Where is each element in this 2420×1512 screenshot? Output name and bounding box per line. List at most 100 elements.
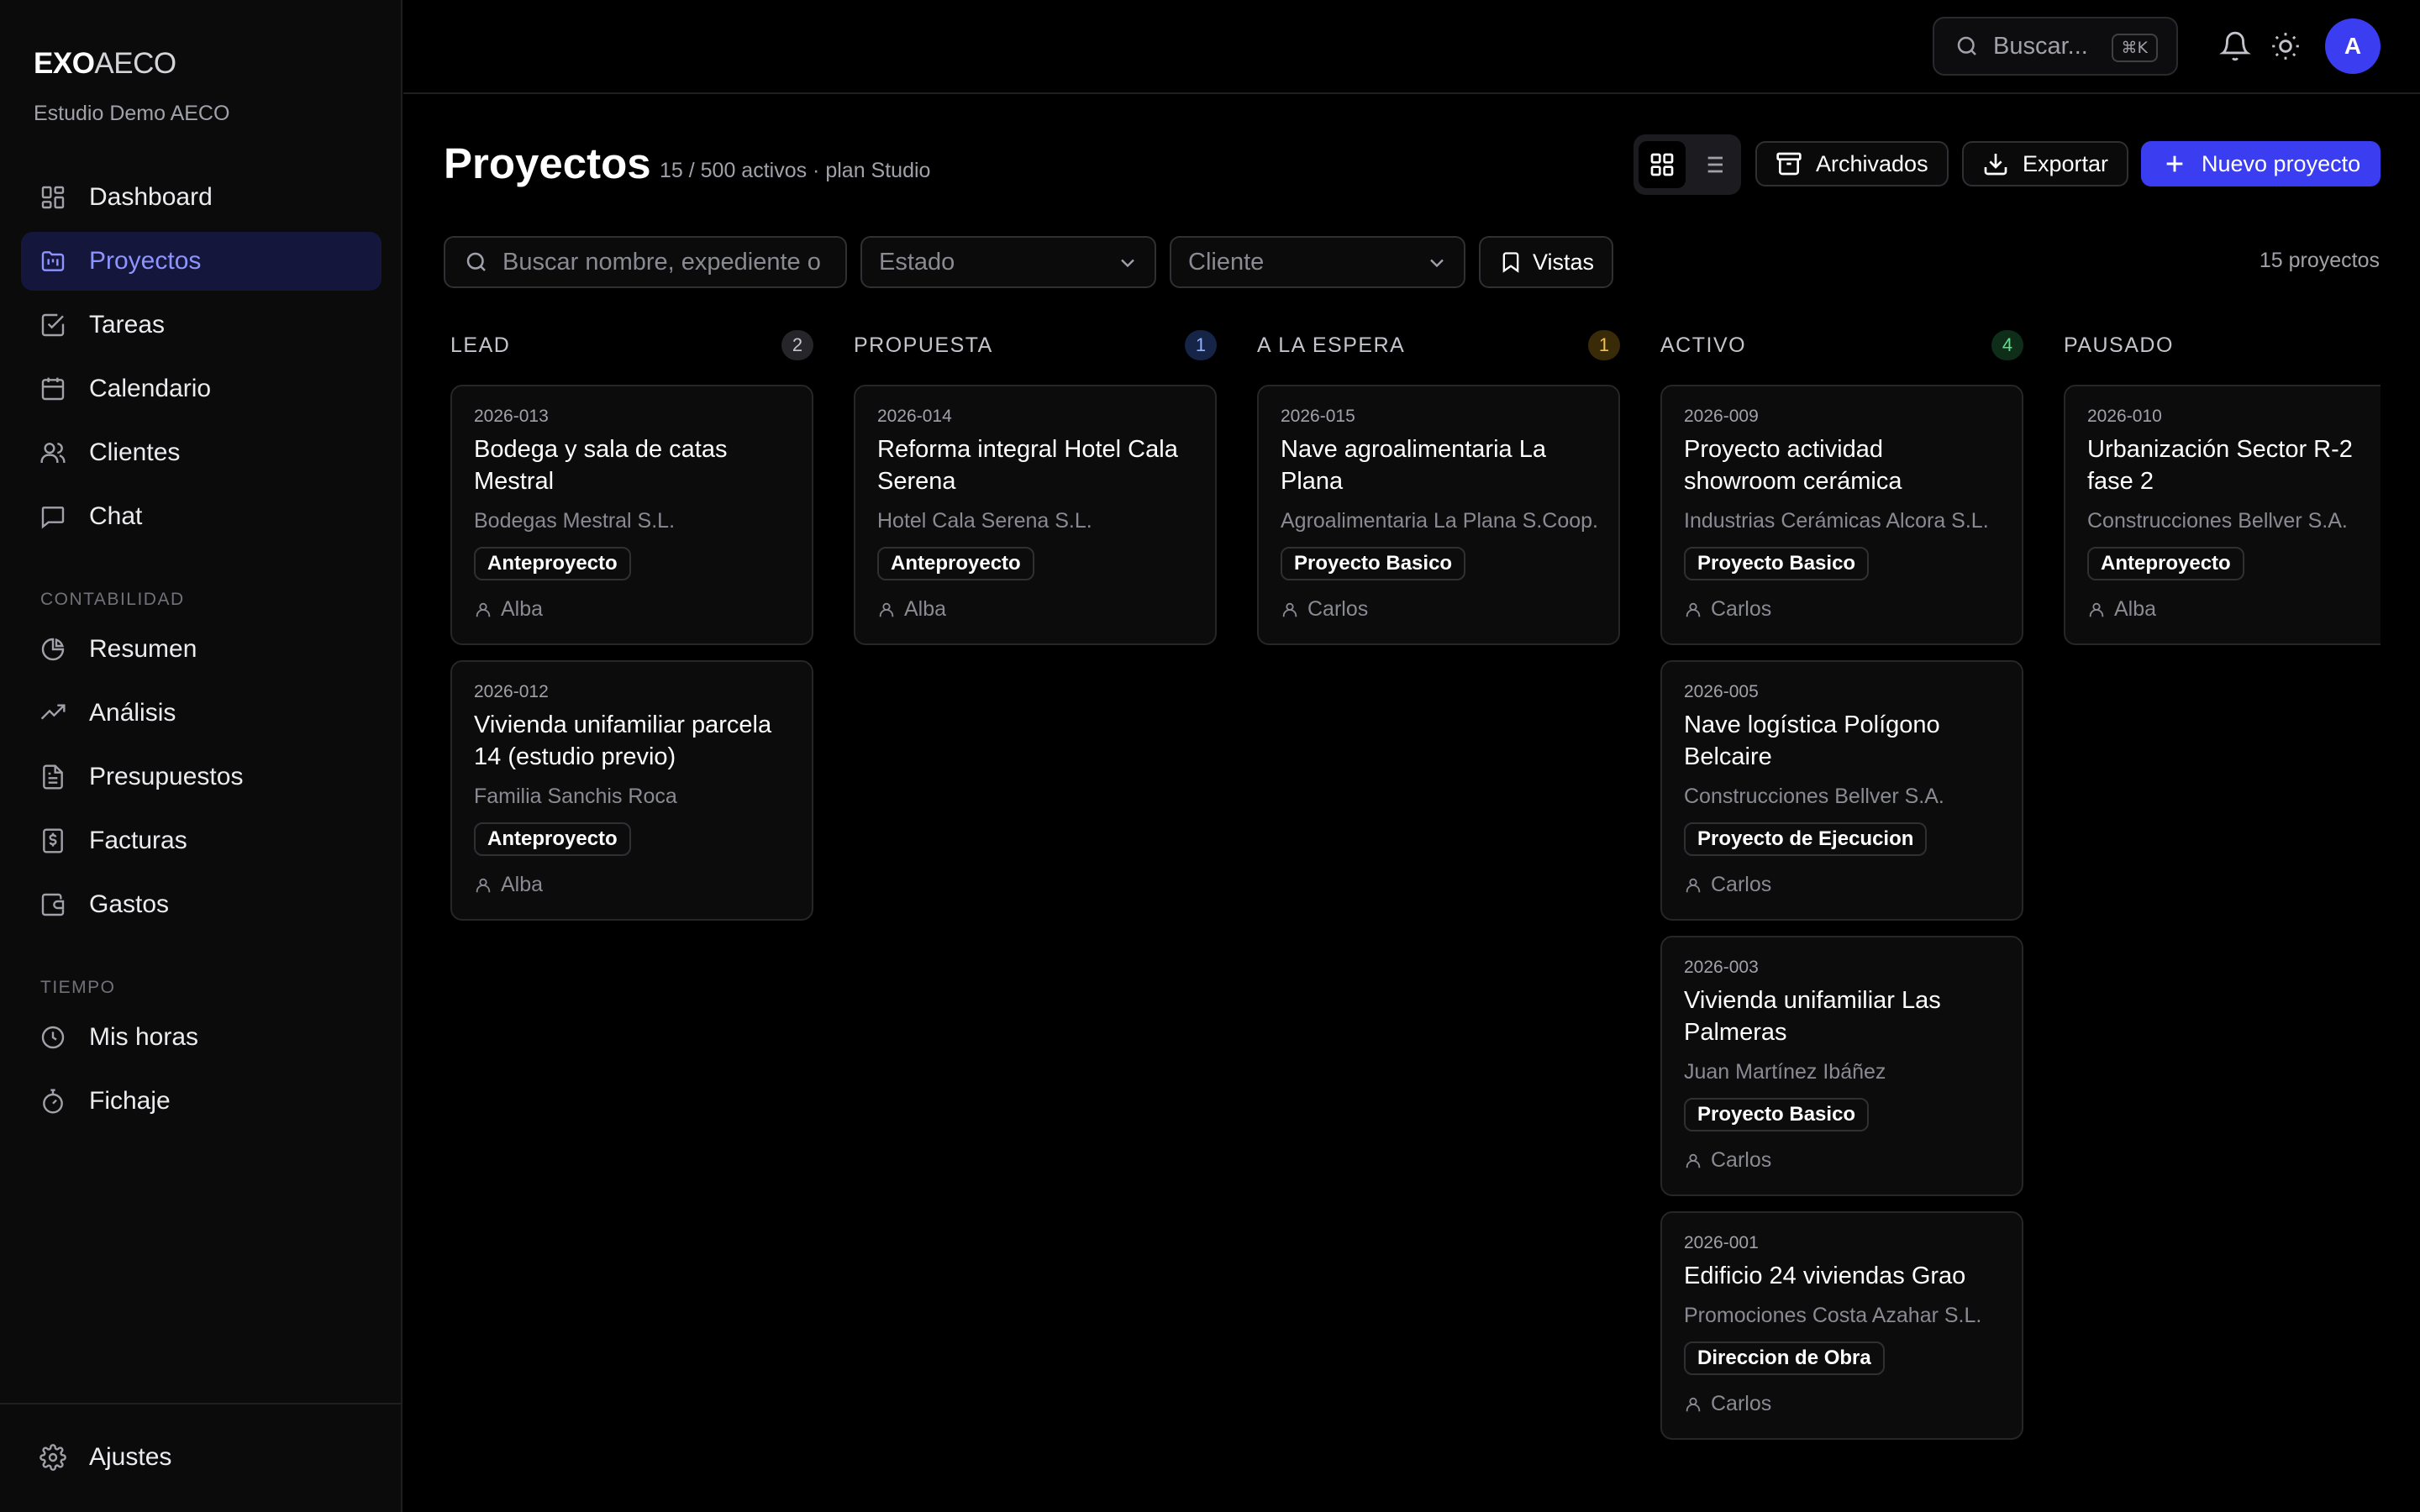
project-phase-badge: Anteproyecto xyxy=(474,547,631,580)
sidebar-item-chat[interactable]: Chat xyxy=(21,487,381,546)
project-code: 2026-013 xyxy=(474,407,549,426)
section-label-tiempo: TIEMPO xyxy=(40,978,116,997)
sidebar-item-analisis[interactable]: Análisis xyxy=(21,684,381,743)
chat-icon xyxy=(41,507,65,529)
sidebar-item-clientes[interactable]: Clientes xyxy=(21,423,381,482)
vistas-button[interactable]: Vistas xyxy=(1479,236,1613,288)
project-search-placeholder: Buscar nombre, expediente o xyxy=(502,248,821,276)
estado-select[interactable]: Estado xyxy=(860,236,1156,288)
chevron-down-icon xyxy=(1430,259,1444,268)
column-count-badge: 4 xyxy=(1991,330,2023,360)
project-title: Urbanización Sector R-2 fase 2 xyxy=(2087,436,2353,495)
project-card[interactable]: 2026-012 Vivienda unifamiliar parcela 14 … xyxy=(450,660,813,921)
organization-name: Estudio Demo AECO xyxy=(34,102,230,125)
page-subtitle: 15 / 500 activos · plan Studio xyxy=(660,159,931,182)
project-owner: Carlos xyxy=(1281,597,1598,622)
sidebar-item-label: Calendario xyxy=(89,375,212,402)
sidebar-item-resumen[interactable]: Resumen xyxy=(21,620,381,679)
project-phase-badge: Direccion de Obra xyxy=(1684,1341,1885,1375)
sun-icon[interactable] xyxy=(2270,30,2302,62)
grid-view-button[interactable] xyxy=(1639,141,1686,188)
sidebar-item-facturas[interactable]: Facturas xyxy=(21,811,381,870)
column-count-badge: 2 xyxy=(781,330,813,360)
project-phase-badge: Proyecto Basico xyxy=(1281,547,1466,580)
column-title: PAUSADO xyxy=(2064,333,2174,357)
project-search-input[interactable]: Buscar nombre, expediente o xyxy=(444,236,847,288)
archived-button[interactable]: Archivados xyxy=(1755,141,1949,186)
person-icon xyxy=(476,878,491,892)
project-card[interactable]: 2026-009 Proyecto actividad showroom cerá… xyxy=(1660,385,2023,645)
sidebar-item-tareas[interactable]: Tareas xyxy=(21,296,381,354)
sidebar-item-gastos[interactable]: Gastos xyxy=(21,875,381,934)
column-title: ACTIVO xyxy=(1660,333,1747,357)
sidebar-item-fichaje[interactable]: Fichaje xyxy=(21,1072,381,1131)
checkbox-icon xyxy=(41,313,65,337)
project-client: Agroalimentaria La Plana S.Coop. xyxy=(1281,509,1599,533)
project-card[interactable]: 2026-005 Nave logística Polígono Belcaire… xyxy=(1660,660,2023,921)
cliente-select-value: Cliente xyxy=(1188,248,1265,276)
project-card[interactable]: 2026-013 Bodega y sala de catas Mestral Bo… xyxy=(450,385,813,645)
new-project-button[interactable]: Nuevo proyecto xyxy=(2141,141,2381,186)
sidebar-item-label: Tareas xyxy=(89,311,166,339)
list-icon xyxy=(1702,156,1723,173)
project-client: Juan Martínez Ibáñez xyxy=(1684,1060,1886,1084)
folder-kanban-icon xyxy=(41,251,65,271)
sidebar-item-proyectos[interactable]: Proyectos xyxy=(21,232,381,291)
sidebar: EXOAECO Estudio Demo AECO Dashboard Proy… xyxy=(0,0,402,1512)
users-icon xyxy=(40,443,66,463)
person-icon xyxy=(1686,602,1701,617)
project-title: Nave agroalimentaria La Plana xyxy=(1281,436,1546,495)
project-card[interactable]: 2026-014 Reforma integral Hotel Cala Sere… xyxy=(854,385,1217,645)
sidebar-item-dashboard[interactable]: Dashboard xyxy=(21,168,381,227)
cliente-select[interactable]: Cliente xyxy=(1170,236,1465,288)
column-header: LEAD 2 xyxy=(450,326,813,365)
trend-icon xyxy=(40,704,66,720)
project-owner: Alba xyxy=(474,873,792,897)
project-phase-badge: Anteproyecto xyxy=(474,822,631,856)
project-card[interactable]: 2026-003 Vivienda unifamiliar Las Palmera… xyxy=(1660,936,2023,1196)
project-title: Vivienda unifamiliar parcela 14 (estudio… xyxy=(474,711,772,770)
sidebar-item-label: Ajustes xyxy=(89,1443,172,1471)
column-title: LEAD xyxy=(450,333,511,357)
stopwatch-icon xyxy=(43,1089,63,1114)
sidebar-item-mis-horas[interactable]: Mis horas xyxy=(21,1008,381,1067)
project-code: 2026-012 xyxy=(474,682,549,701)
results-count: 15 proyectos xyxy=(2259,249,2380,272)
sidebar-item-presupuestos[interactable]: Presupuestos xyxy=(21,748,381,806)
project-card[interactable]: 2026-001 Edificio 24 viviendas Grao Promoc… xyxy=(1660,1211,2023,1440)
section-label-contabilidad: CONTABILIDAD xyxy=(40,590,185,609)
sidebar-item-label: Dashboard xyxy=(89,183,213,211)
bell-icon[interactable] xyxy=(2219,30,2251,62)
list-view-button[interactable] xyxy=(1689,141,1736,188)
project-owner-name: Alba xyxy=(904,597,947,621)
document-icon xyxy=(43,764,63,790)
project-phase-badge: Anteproyecto xyxy=(877,547,1034,580)
project-owner-name: Alba xyxy=(501,597,544,621)
export-button-label: Exportar xyxy=(2023,150,2109,176)
export-button[interactable]: Exportar xyxy=(1962,141,2129,186)
brand-logo[interactable]: EXOAECO xyxy=(34,47,176,81)
project-title: Vivienda unifamiliar Las Palmeras xyxy=(1684,987,1941,1046)
pie-chart-icon xyxy=(41,638,65,661)
kanban-column-lead: LEAD 2 2026-013 Bodega y sala de catas Mest… xyxy=(450,326,813,936)
sidebar-item-calendario[interactable]: Calendario xyxy=(21,360,381,418)
new-project-button-label: Nuevo proyecto xyxy=(2202,150,2361,176)
project-card[interactable]: 2026-010 Urbanización Sector R-2 fase 2 Co… xyxy=(2064,385,2381,645)
estado-select-value: Estado xyxy=(879,248,955,276)
wallet-icon xyxy=(41,893,65,916)
project-phase-badge: Proyecto de Ejecucion xyxy=(1684,822,1928,856)
column-header: PAUSADO xyxy=(2064,326,2381,365)
global-search-input[interactable]: Buscar... ⌘K xyxy=(1933,17,2178,76)
clock-icon xyxy=(41,1026,65,1049)
sidebar-item-ajustes[interactable]: Ajustes xyxy=(21,1428,381,1487)
sidebar-item-label: Análisis xyxy=(89,699,176,727)
calendar-icon xyxy=(41,377,65,401)
tiempo-nav: Mis horas Fichaje xyxy=(21,1008,381,1136)
project-card[interactable]: 2026-015 Nave agroalimentaria La Plana Agr… xyxy=(1257,385,1620,645)
project-client: Construcciones Bellver S.A. xyxy=(1684,785,1944,808)
project-title: Nave logística Polígono Belcaire xyxy=(1684,711,1940,770)
sidebar-item-label: Facturas xyxy=(89,827,187,854)
sidebar-item-label: Resumen xyxy=(89,635,197,663)
user-avatar[interactable]: A xyxy=(2325,18,2381,74)
project-code: 2026-009 xyxy=(1684,407,1759,426)
